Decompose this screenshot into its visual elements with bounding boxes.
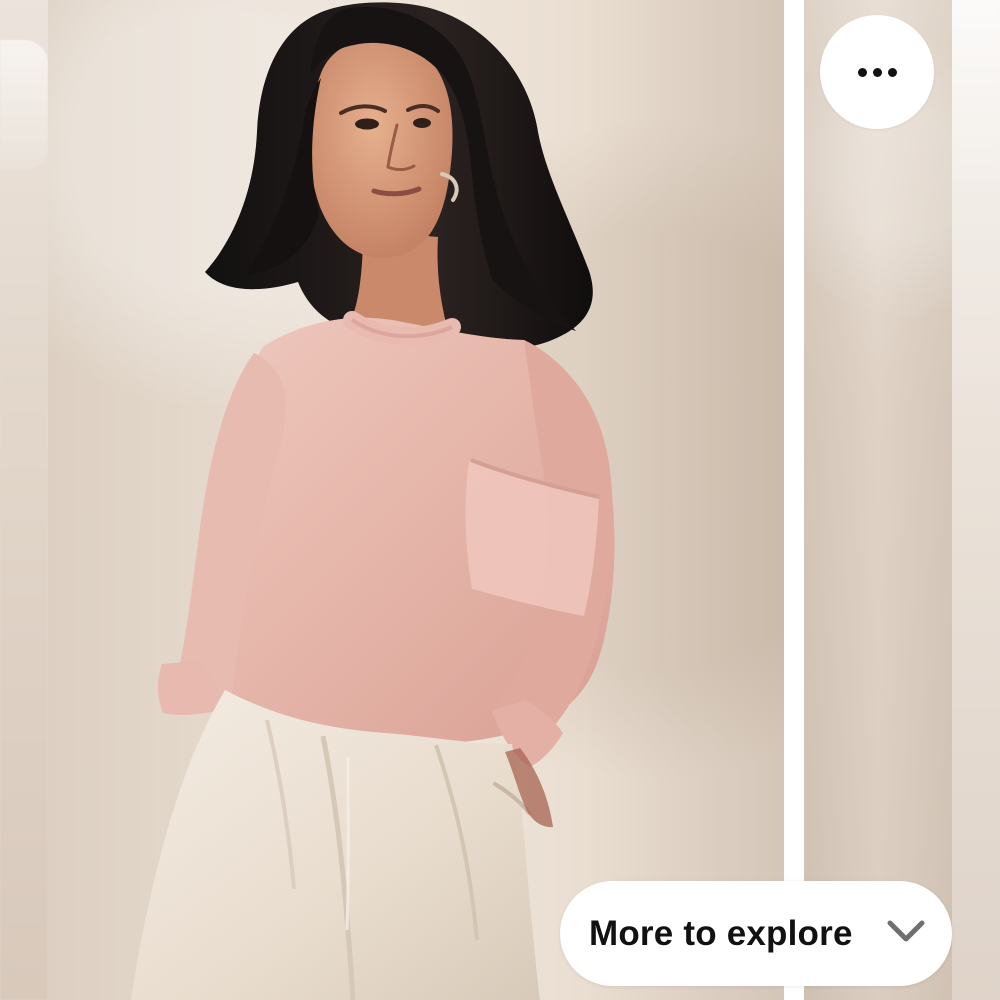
pin-divider [784, 0, 804, 1000]
more-horizontal-icon-dot [872, 67, 882, 77]
more-options-button[interactable] [820, 15, 934, 129]
more-to-explore-button[interactable]: More to explore [560, 881, 952, 986]
more-horizontal-icon-dot [887, 67, 897, 77]
related-pin-preview[interactable] [804, 0, 952, 1000]
right-edge-panel [952, 0, 1000, 1000]
pin-image[interactable] [48, 0, 784, 1000]
blurred-left-edge [0, 0, 48, 1000]
chevron-down-icon [887, 919, 925, 943]
more-horizontal-icon-dot [857, 67, 867, 77]
pin-viewer-screen: More to explore [0, 0, 1000, 1000]
model-illustration [131, 2, 615, 1000]
fashion-model-photo [100, 0, 720, 1000]
more-to-explore-label: More to explore [589, 914, 853, 953]
